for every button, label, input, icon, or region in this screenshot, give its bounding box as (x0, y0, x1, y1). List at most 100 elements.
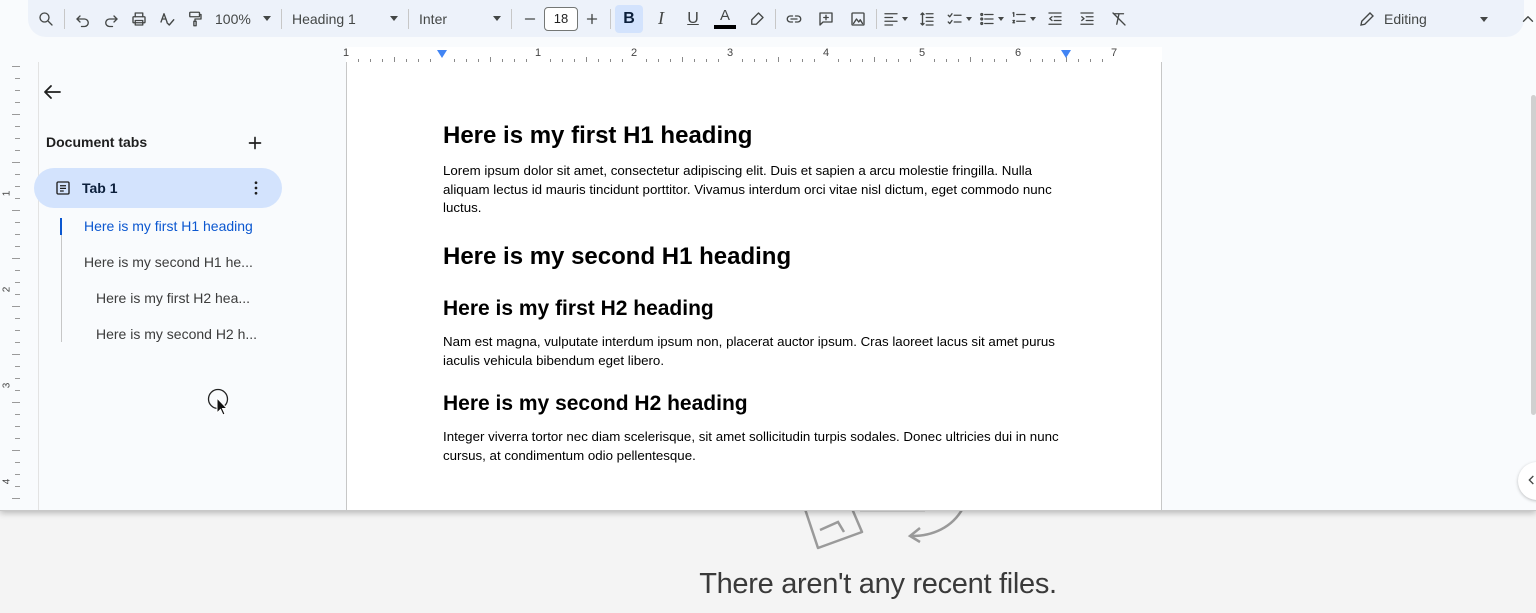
mouse-cursor-icon (207, 388, 229, 416)
spellcheck-button[interactable] (153, 5, 181, 33)
vertical-ruler: 1 2 3 4 (0, 62, 20, 510)
toolbar-divider (281, 8, 282, 29)
tab-1[interactable]: Tab 1 (34, 168, 282, 208)
ruler-tick (12, 306, 20, 307)
ruler-number: 2 (1, 286, 13, 293)
heading-1-first[interactable]: Here is my first H1 heading (443, 122, 752, 150)
decrease-indent-button[interactable] (1041, 5, 1069, 33)
outline-guide-line (61, 218, 62, 342)
editing-mode-select[interactable]: Editing (1348, 5, 1498, 33)
redo-button[interactable] (97, 5, 125, 33)
numbered-list-button[interactable] (1009, 5, 1037, 33)
editing-mode-label: Editing (1384, 11, 1427, 27)
underline-button[interactable]: U (679, 5, 707, 33)
ruler-number: 4 (822, 47, 830, 59)
ruler-number: 2 (630, 47, 638, 59)
zoom-value: 100% (215, 10, 251, 27)
chevron-up-icon (1522, 16, 1534, 22)
checklist-icon (947, 12, 962, 24)
plus-icon (248, 136, 262, 150)
bulleted-list-button[interactable] (977, 5, 1005, 33)
undo-button[interactable] (69, 5, 97, 33)
document-page[interactable]: Here is my first H1 heading Lorem ipsum … (346, 62, 1162, 510)
increase-font-size-button[interactable] (578, 5, 606, 33)
chevron-left-icon (1528, 475, 1534, 485)
checklist-button[interactable] (945, 5, 973, 33)
add-tab-button[interactable] (244, 132, 266, 154)
increase-indent-button[interactable] (1073, 5, 1101, 33)
chevron-down-icon (998, 16, 1004, 21)
side-panel-toggle[interactable] (1518, 462, 1536, 500)
outline-item-first-h1[interactable]: Here is my first H1 heading (84, 218, 284, 234)
document-tabs-title: Document tabs (46, 134, 148, 150)
insert-image-button[interactable] (844, 5, 872, 33)
highlight-color-button[interactable] (743, 5, 771, 33)
bold-button[interactable]: B (615, 4, 643, 33)
arrow-back-icon (44, 85, 61, 99)
align-button[interactable] (881, 5, 909, 33)
insert-link-button[interactable] (780, 5, 808, 33)
indent-decrease-icon (1048, 11, 1062, 25)
empty-state-message: There aren't any recent files. (699, 568, 1057, 600)
underline-icon: U (687, 9, 699, 27)
chevron-down-icon (1480, 16, 1488, 22)
heading-1-second[interactable]: Here is my second H1 heading (443, 243, 791, 271)
paragraph-3[interactable]: Integer viverra tortor nec diam sceleris… (443, 428, 1063, 465)
heading-2-first[interactable]: Here is my first H2 heading (443, 297, 714, 321)
bold-icon: B (623, 9, 635, 27)
ruler-tick (12, 354, 20, 355)
right-indent-marker[interactable] (1061, 50, 1071, 58)
hide-menus-button[interactable] (1514, 5, 1536, 33)
ruler-tick (12, 162, 20, 163)
ruler-number: 1 (534, 47, 542, 59)
ruler-tick (12, 66, 20, 67)
ruler-number: 5 (918, 47, 926, 59)
document-tabs-sidebar: Document tabs Tab 1 Here is my first H1 … (20, 62, 340, 510)
tab-options-button[interactable] (242, 174, 270, 202)
chevron-down-icon (390, 16, 398, 21)
left-indent-marker[interactable] (437, 50, 447, 58)
paragraph-1[interactable]: Lorem ipsum dolor sit amet, consectetur … (443, 162, 1063, 218)
chevron-down-icon (966, 16, 972, 21)
clear-formatting-button[interactable] (1105, 5, 1133, 33)
ruler-tick (12, 258, 20, 259)
zoom-select[interactable]: 100% (209, 5, 277, 33)
toolbar-divider (610, 8, 611, 29)
toolbar-divider (64, 8, 65, 29)
ruler-number: 1 (342, 47, 350, 59)
align-icon (884, 12, 898, 26)
search-menus-button[interactable] (32, 5, 60, 33)
ruler-tick (12, 210, 20, 211)
indent-increase-icon (1080, 11, 1094, 25)
outline-item-second-h2[interactable]: Here is my second H2 h... (96, 326, 266, 342)
decrease-font-size-button[interactable] (516, 5, 544, 33)
spellcheck-icon (160, 12, 175, 26)
print-button[interactable] (125, 5, 153, 33)
close-sidebar-button[interactable] (40, 80, 64, 104)
ruler-tick (12, 114, 20, 115)
redo-icon (105, 14, 118, 27)
toolbar-divider (876, 8, 877, 29)
undo-icon (76, 14, 89, 27)
add-comment-button[interactable] (812, 5, 840, 33)
paragraph-style-select[interactable]: Heading 1 (286, 5, 404, 33)
paint-format-button[interactable] (181, 5, 209, 33)
horizontal-ruler[interactable]: 1 1 2 3 4 5 6 7 (0, 37, 1536, 63)
outline-item-first-h2[interactable]: Here is my first H2 hea... (96, 290, 260, 306)
text-color-button[interactable]: A (711, 5, 739, 33)
ruler-tick (12, 498, 20, 499)
outline-item-second-h1[interactable]: Here is my second H1 he... (84, 254, 260, 270)
font-value: Inter (419, 10, 448, 27)
docs-window: 100% Heading 1 Inter 18 B I U A Editing … (0, 0, 1536, 511)
print-icon (132, 11, 146, 26)
line-spacing-button[interactable] (913, 5, 941, 33)
italic-button[interactable]: I (647, 5, 675, 33)
chevron-down-icon (263, 16, 271, 21)
ruler-number: 7 (1110, 47, 1118, 59)
paragraph-2[interactable]: Nam est magna, vulputate interdum ipsum … (443, 333, 1063, 370)
font-select[interactable]: Inter (413, 5, 507, 33)
ruler-number: 4 (1, 478, 13, 485)
vertical-scrollbar[interactable] (1531, 95, 1536, 415)
heading-2-second[interactable]: Here is my second H2 heading (443, 392, 748, 416)
font-size-input[interactable]: 18 (544, 6, 578, 31)
